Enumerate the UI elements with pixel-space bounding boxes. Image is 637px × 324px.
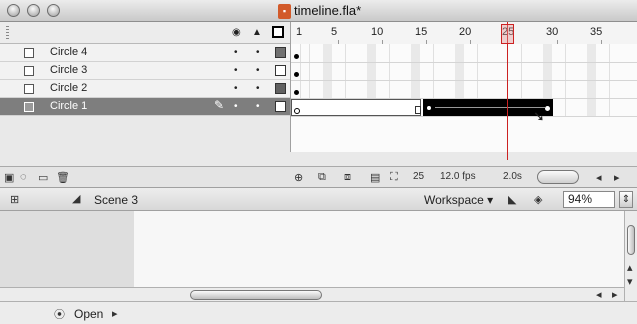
- zoom-dropdown-button[interactable]: ⇕: [619, 191, 633, 208]
- tween-end-keyframe: [545, 106, 550, 111]
- zoom-field[interactable]: 94%: [563, 191, 615, 208]
- edit-bar: ⊞ ◢ Scene 3 Workspace ▾ ◣ ◈ 94% ⇕: [0, 187, 637, 211]
- elapsed-time: 2.0s: [503, 171, 522, 182]
- lock-dot[interactable]: •: [256, 101, 260, 112]
- layer-row-circle-2[interactable]: Circle 2 • •: [0, 80, 290, 98]
- fla-document-icon: ▪: [278, 4, 291, 19]
- current-frame: 25: [413, 171, 425, 182]
- frame-rate: 12.0 fps: [440, 171, 476, 182]
- insert-folder-icon[interactable]: ▭: [38, 171, 48, 184]
- visibility-dot[interactable]: •: [234, 47, 238, 58]
- scroll-left-icon[interactable]: ◂: [596, 288, 602, 301]
- properties-panel-header: ⦿ Open ▸: [0, 301, 637, 324]
- keyframe-dot[interactable]: [294, 72, 299, 77]
- layer-row-circle-3[interactable]: Circle 3 • •: [0, 62, 290, 80]
- layer-icon: [24, 102, 34, 112]
- visibility-dot[interactable]: •: [234, 101, 238, 112]
- layer-icon: [24, 48, 34, 58]
- keyframe-dot[interactable]: [294, 90, 299, 95]
- disclosure-triangle-icon[interactable]: ▸: [112, 307, 118, 320]
- stage-canvas[interactable]: [134, 211, 624, 287]
- layer-color-box[interactable]: [275, 83, 286, 94]
- eye-icon[interactable]: ◉: [232, 27, 241, 39]
- insert-layer-icon[interactable]: ▣: [4, 171, 14, 184]
- ruler-number: 20: [459, 26, 472, 38]
- workspace-menu[interactable]: Workspace ▾: [424, 193, 493, 207]
- empty-keyframe[interactable]: [294, 108, 300, 114]
- layer-icon: [24, 66, 34, 76]
- end-frame-marker: [415, 106, 421, 114]
- layer-color-box[interactable]: [275, 47, 286, 58]
- playhead-handle[interactable]: [501, 24, 514, 44]
- lock-dot[interactable]: •: [256, 65, 260, 76]
- onion-skin-outlines-icon[interactable]: ⧈: [344, 171, 351, 184]
- open-label[interactable]: Open: [74, 307, 103, 321]
- zoom-window-button[interactable]: [47, 4, 60, 17]
- layer-name: Circle 2: [50, 82, 88, 94]
- vertical-scrollbar[interactable]: ▴ ▾: [624, 211, 637, 301]
- scroll-left-icon[interactable]: ◂: [596, 171, 602, 184]
- lock-dot[interactable]: •: [256, 83, 260, 94]
- tween-arrow-line: [435, 107, 545, 108]
- timeline-status-bar: ▣ ◌ ▭ 🗑 ⊕ ⧉ ⧈ ▤ ⛶ 25 12.0 fps 2.0s ◂ ▸: [0, 166, 637, 187]
- tween-start-keyframe: [427, 106, 431, 110]
- frame-row-divider: [291, 62, 637, 63]
- ruler-number: 15: [415, 26, 428, 38]
- stage-area[interactable]: ▴ ▾ ◂ ▸: [0, 211, 637, 301]
- close-window-button[interactable]: [7, 4, 20, 17]
- modify-onion-markers-icon[interactable]: ⛶: [390, 171, 398, 184]
- scroll-right-icon[interactable]: ▸: [614, 171, 620, 184]
- scroll-down-icon[interactable]: ▾: [627, 275, 633, 288]
- keyframe-dot[interactable]: [294, 54, 299, 59]
- layer-color-box[interactable]: [275, 65, 286, 76]
- horizontal-scrollbar[interactable]: ◂ ▸: [0, 287, 624, 301]
- mouse-cursor-icon: ➘: [533, 108, 545, 124]
- layer-name: Circle 4: [50, 46, 88, 58]
- frame-row-divider: [291, 116, 637, 117]
- scene-name[interactable]: Scene 3: [94, 193, 138, 207]
- scroll-up-icon[interactable]: ▴: [627, 261, 633, 274]
- timeline-panel: ◉ ▲ 1 5 10 15 20 25 30 35 Circle 4 • • C…: [0, 22, 637, 187]
- pencil-icon: ✎: [214, 98, 225, 112]
- layer-icon: [24, 84, 34, 94]
- lock-dot[interactable]: •: [256, 47, 260, 58]
- outline-icon[interactable]: [272, 26, 284, 38]
- layer-name: Circle 3: [50, 64, 88, 76]
- timeline-header: ◉ ▲ 1 5 10 15 20 25 30 35: [0, 22, 637, 44]
- layer-color-box[interactable]: [275, 101, 286, 112]
- vertical-scroll-thumb[interactable]: [627, 225, 635, 255]
- window-title: timeline.fla*: [294, 3, 362, 18]
- edit-symbols-icon[interactable]: ◈: [534, 193, 542, 206]
- add-motion-guide-icon[interactable]: ◌: [20, 171, 27, 183]
- lock-icon[interactable]: ▲: [252, 27, 262, 39]
- ruler-number: 5: [331, 26, 338, 38]
- layer-name: Circle 1: [50, 100, 88, 112]
- panel-grip-icon[interactable]: [6, 26, 9, 39]
- onion-skin-icon[interactable]: ⧉: [318, 171, 326, 184]
- visibility-dot[interactable]: •: [234, 83, 238, 94]
- ruler-number: 10: [371, 26, 384, 38]
- edit-multiple-frames-icon[interactable]: ▤: [370, 171, 380, 184]
- panel-toggle-icon[interactable]: ⦿: [54, 306, 65, 322]
- minimize-window-button[interactable]: [27, 4, 40, 17]
- horizontal-scroll-thumb[interactable]: [190, 290, 322, 300]
- visibility-dot[interactable]: •: [234, 65, 238, 76]
- timeline-toggle-icon[interactable]: ⊞: [10, 193, 19, 206]
- ruler-number: 1: [296, 26, 303, 38]
- layer-row-circle-4[interactable]: Circle 4 • •: [0, 44, 290, 62]
- delete-layer-icon[interactable]: 🗑: [56, 171, 70, 184]
- window-title-bar: ▪ timeline.fla*: [0, 0, 637, 22]
- ruler-number: 35: [590, 26, 603, 38]
- frame-row-divider: [291, 80, 637, 81]
- ruler-number: 30: [546, 26, 559, 38]
- frames-grid[interactable]: ➘: [290, 22, 637, 160]
- center-frame-icon[interactable]: ⊕: [294, 171, 303, 184]
- scroll-right-icon[interactable]: ▸: [612, 288, 618, 301]
- layer-row-circle-1[interactable]: Circle 1 ✎ • •: [0, 98, 290, 116]
- edit-scene-icon[interactable]: ◣: [508, 193, 516, 206]
- frame-ruler[interactable]: 1 5 10 15 20 25 30 35: [290, 22, 637, 44]
- frame-span-white[interactable]: [291, 99, 421, 116]
- timeline-scroll-thumb[interactable]: [537, 170, 579, 184]
- scene-icon: ◢: [72, 193, 81, 205]
